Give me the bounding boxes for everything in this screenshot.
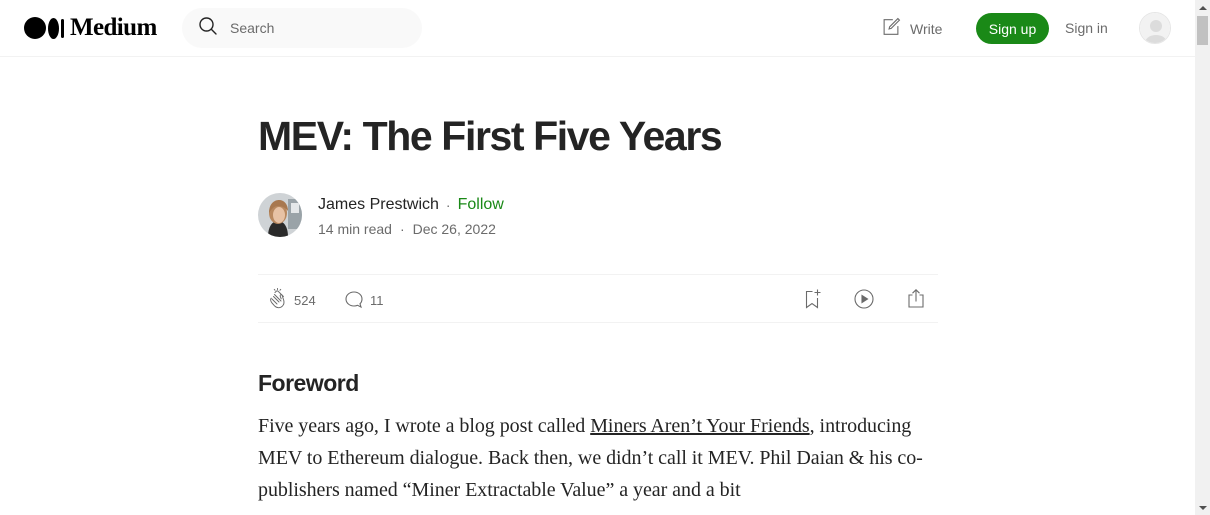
write-button[interactable]: Write [880,16,942,41]
author-photo [258,193,302,237]
play-icon [852,287,876,314]
response-icon [342,287,366,314]
medium-logo-mark-icon [24,17,64,39]
user-silhouette-icon [1140,13,1170,43]
read-time: 14 min read [318,221,392,237]
author-line: James Prestwich · Follow [318,196,504,214]
search-icon [196,14,220,43]
write-icon [880,16,902,41]
separator-dot: · [399,221,405,237]
share-button[interactable] [904,287,928,314]
sign-in-link[interactable]: Sign in [1065,20,1108,36]
responses-button[interactable]: 11 [342,287,384,314]
follow-button[interactable]: Follow [458,196,504,214]
scroll-up-arrow-icon[interactable] [1195,0,1210,15]
separator-dot: · [445,197,451,213]
vertical-scrollbar[interactable] [1195,0,1210,515]
search-bar[interactable] [182,8,422,48]
paragraph-text-start: Five years ago, I wrote a blog post call… [258,415,591,437]
search-input[interactable] [230,20,410,36]
bookmark-icon [800,287,824,314]
article-title: MEV: The First Five Years [258,113,723,159]
write-label: Write [910,20,943,37]
article-paragraph: Five years ago, I wrote a blog post call… [258,410,948,506]
miners-arent-your-friends-link[interactable]: Miners Aren’t Your Friends [590,415,810,437]
medium-logo-text: Medium [70,14,157,41]
listen-button[interactable] [852,287,876,314]
user-avatar[interactable] [1139,12,1171,44]
medium-logo[interactable]: Medium [24,14,157,42]
scroll-down-arrow-icon[interactable] [1195,500,1210,515]
clap-button[interactable]: 524 [266,287,316,314]
clap-icon [266,287,290,314]
share-icon [904,287,928,314]
top-navigation-bar: Medium Write Sign up Sign in [0,0,1195,57]
scrollbar-thumb[interactable] [1197,16,1208,45]
sign-up-button[interactable]: Sign up [976,13,1049,44]
save-button[interactable] [800,287,824,314]
section-heading: Foreword [258,370,359,396]
author-name-link[interactable]: James Prestwich [318,196,439,214]
author-avatar[interactable] [258,193,302,237]
response-count: 11 [370,293,384,308]
publish-date: Dec 26, 2022 [412,221,496,237]
article-action-bar: 524 11 [258,274,938,323]
clap-count: 524 [294,293,316,308]
article-meta: 14 min read · Dec 26, 2022 [318,221,496,237]
